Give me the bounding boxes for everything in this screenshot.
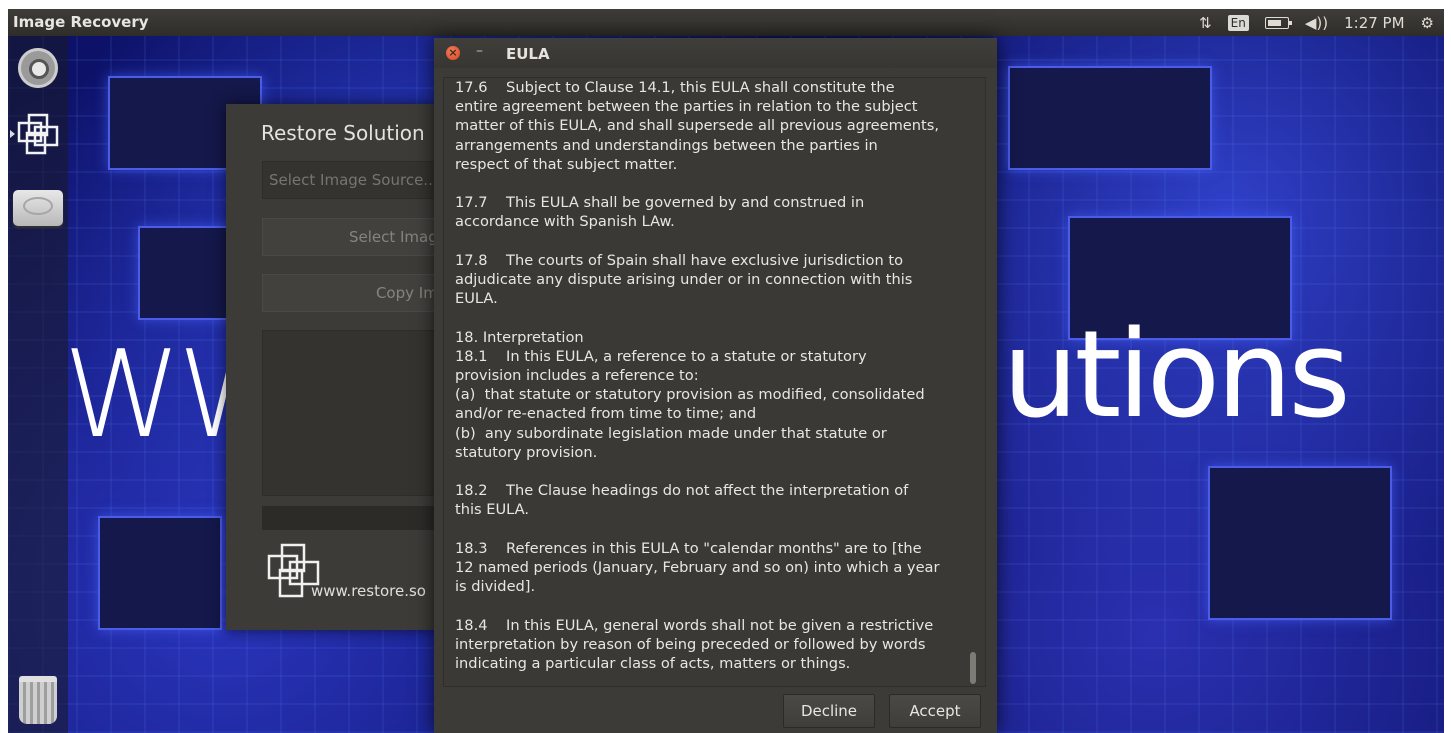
image-source-combo[interactable]: Select Image Source... [262, 161, 438, 199]
minimize-button[interactable]: – [476, 43, 483, 59]
eula-text-view[interactable]: 17.6 Subject to Clause 14.1, this EULA s… [443, 77, 986, 687]
restore-logo-icon [17, 113, 59, 155]
eula-text: 17.6 Subject to Clause 14.1, this EULA s… [455, 79, 940, 673]
wallpaper-chip [1200, 466, 1400, 620]
restore-solutions-launcher-button[interactable] [10, 108, 64, 160]
close-icon[interactable]: × [446, 46, 460, 60]
ubuntu-dash-button[interactable] [12, 42, 64, 94]
website-link[interactable]: www.restore.so [311, 582, 426, 600]
running-indicator-icon [10, 130, 15, 138]
volume-icon[interactable]: ◀)) [1305, 14, 1328, 32]
window-heading: Restore Solution [261, 121, 425, 145]
system-tray: ⇅ En ◀)) 1:27 PM ⚙ [1199, 9, 1434, 36]
keyboard-layout-indicator[interactable]: En [1227, 14, 1249, 31]
disk-drive-launcher-button[interactable] [12, 182, 64, 234]
log-text-area [262, 330, 438, 496]
launcher [8, 36, 68, 733]
top-panel: Image Recovery ⇅ En ◀)) 1:27 PM ⚙ [8, 9, 1444, 36]
wallpaper-text-right: lutions [973, 306, 1351, 445]
ubuntu-logo-icon [18, 48, 58, 88]
accept-button[interactable]: Accept [889, 694, 981, 728]
gear-icon[interactable]: ⚙ [1421, 14, 1434, 32]
hard-disk-icon [13, 190, 63, 226]
trash-icon [19, 676, 57, 724]
wallpaper-chip [1000, 66, 1220, 170]
progress-bar [262, 506, 438, 530]
app-title: Image Recovery [13, 13, 149, 31]
copy-image-button[interactable]: Copy Ima [262, 274, 438, 312]
clock[interactable]: 1:27 PM [1344, 14, 1404, 32]
decline-button[interactable]: Decline [783, 694, 875, 728]
eula-dialog: × – EULA 17.6 Subject to Clause 14.1, th… [434, 38, 997, 733]
trash-launcher-button[interactable] [12, 674, 64, 726]
battery-icon[interactable] [1264, 16, 1292, 29]
dialog-titlebar[interactable]: × – EULA [434, 38, 997, 68]
restore-solutions-window: Restore Solution Select Image Source... … [226, 104, 438, 630]
scrollbar-thumb[interactable] [970, 652, 976, 684]
dialog-title: EULA [506, 45, 550, 63]
image-source-placeholder: Select Image Source... [269, 171, 438, 189]
wallpaper-chip [90, 516, 230, 630]
select-image-button[interactable]: Select Image [262, 218, 438, 256]
network-transfer-icon[interactable]: ⇅ [1199, 14, 1212, 32]
